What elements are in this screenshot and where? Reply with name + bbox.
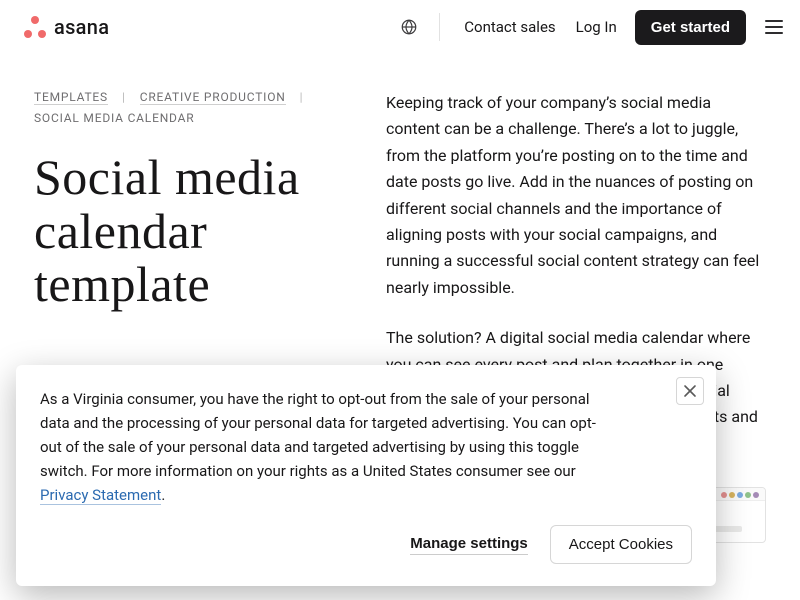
breadcrumb-separator: |: [122, 90, 126, 105]
breadcrumb: TEMPLATES | CREATIVE PRODUCTION | SOCIAL…: [34, 90, 344, 125]
close-icon: [683, 384, 697, 398]
contact-sales-link[interactable]: Contact sales: [454, 12, 565, 42]
site-header: asana Contact sales Log In Get started: [0, 0, 800, 54]
breadcrumb-creative-production[interactable]: CREATIVE PRODUCTION: [140, 90, 286, 105]
menu-button[interactable]: [762, 15, 786, 39]
hamburger-icon: [765, 20, 783, 34]
breadcrumb-current: SOCIAL MEDIA CALENDAR: [34, 111, 194, 125]
globe-icon: [400, 18, 418, 36]
brand-logo[interactable]: asana: [24, 15, 109, 39]
asana-logomark-icon: [24, 16, 46, 38]
manage-settings-button[interactable]: Manage settings: [410, 535, 528, 555]
breadcrumb-templates[interactable]: TEMPLATES: [34, 90, 108, 105]
login-link[interactable]: Log In: [566, 12, 627, 42]
breadcrumb-separator: |: [300, 90, 304, 105]
cookie-consent-banner: As a Virginia consumer, you have the rig…: [16, 365, 716, 586]
banner-actions: Manage settings Accept Cookies: [40, 525, 692, 564]
language-switcher[interactable]: [399, 17, 419, 37]
privacy-statement-link[interactable]: Privacy Statement: [40, 486, 161, 505]
banner-message-suffix: .: [161, 486, 165, 504]
page-title: Social media calendar template: [34, 151, 344, 312]
banner-close-button[interactable]: [676, 377, 704, 405]
banner-message-prefix: As a Virginia consumer, you have the rig…: [40, 390, 596, 480]
brand-wordmark: asana: [54, 15, 109, 39]
header-divider: [439, 13, 440, 41]
assignee-chips: [721, 492, 759, 498]
get-started-button[interactable]: Get started: [635, 10, 746, 45]
accept-cookies-button[interactable]: Accept Cookies: [550, 525, 692, 564]
intro-paragraph-1: Keeping track of your company’s social m…: [386, 90, 766, 301]
banner-message: As a Virginia consumer, you have the rig…: [40, 387, 600, 507]
